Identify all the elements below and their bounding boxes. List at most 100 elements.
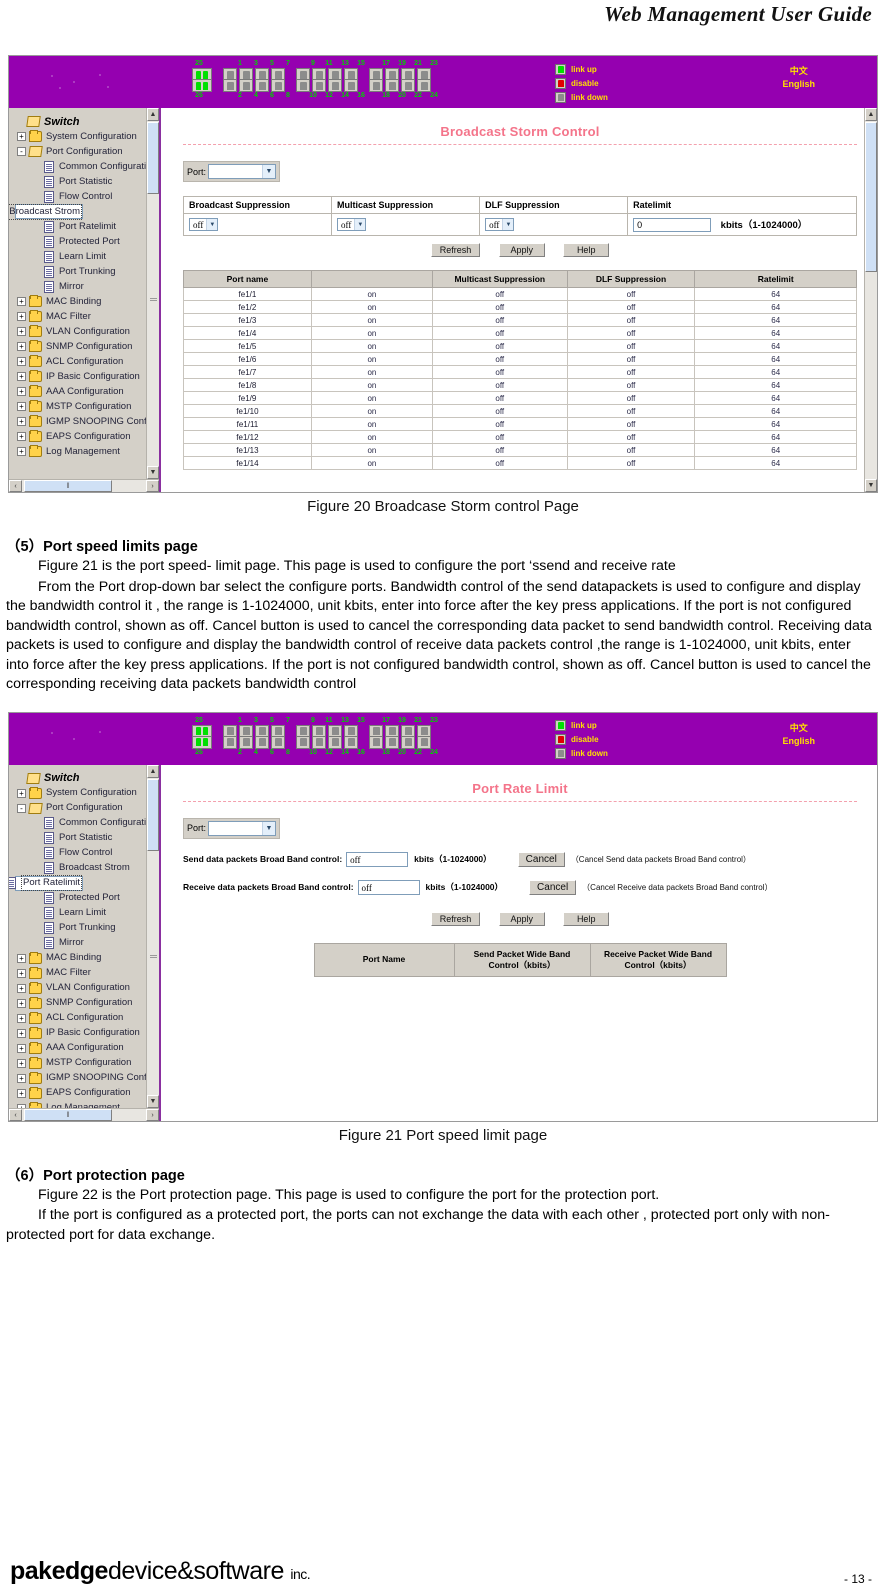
tree-expander[interactable]: + [17, 1103, 26, 1108]
tree-expander[interactable]: - [17, 147, 26, 156]
tree-expander[interactable]: + [17, 788, 26, 798]
scroll-thumb[interactable] [865, 122, 877, 272]
apply-button[interactable]: Apply [498, 911, 545, 926]
tree-expander[interactable]: - [17, 803, 26, 813]
sidebar-item-common-configuration[interactable]: Common Configuration [15, 159, 146, 174]
help-button[interactable]: Help [563, 243, 610, 257]
sidebar-item-system-configuration[interactable]: + System Configuration [15, 786, 146, 801]
scroll-down-arrow[interactable]: ▼ [865, 479, 877, 492]
sidebar-item-log-management[interactable]: + Log Management [15, 1101, 146, 1108]
scroll-left-arrow[interactable]: ‹ [9, 480, 22, 492]
sidebar-item-aaa-configuration[interactable]: + AAA Configuration [15, 1041, 146, 1056]
multicast-suppression-select[interactable]: off ▼ [337, 218, 367, 231]
sidebar-item-mac-binding[interactable]: + MAC Binding [15, 951, 146, 966]
sidebar-item-common-configuration[interactable]: Common Configuration [15, 816, 146, 831]
sidebar-item-log-management[interactable]: + Log Management [15, 444, 146, 459]
sidebar-item-igmp-snooping-config[interactable]: + IGMP SNOOPING Config [15, 414, 146, 429]
refresh-button[interactable]: Refresh [430, 911, 481, 926]
sidebar-item-switch[interactable]: Switch [15, 771, 146, 786]
help-button[interactable]: Help [563, 911, 610, 926]
sidebar-item-mac-filter[interactable]: + MAC Filter [15, 309, 146, 324]
tree-expander[interactable]: + [17, 983, 26, 993]
sidebar-item-aaa-configuration[interactable]: + AAA Configuration [15, 384, 146, 399]
sidebar-item-acl-configuration[interactable]: + ACL Configuration [15, 354, 146, 369]
sidebar-item-protected-port[interactable]: Protected Port [15, 891, 146, 906]
sidebar-item-broadcast-strom[interactable]: Broadcast Strom [15, 861, 146, 876]
sidebar-item-port-trunking[interactable]: Port Trunking [15, 921, 146, 936]
ratelimit-input[interactable]: 0 [633, 218, 712, 232]
sidebar-item-eaps-configuration[interactable]: + EAPS Configuration [15, 429, 146, 444]
apply-button[interactable]: Apply [498, 243, 545, 257]
sidebar-item-switch[interactable]: Switch [15, 114, 146, 129]
language-link-chinese[interactable]: 中文 [782, 722, 815, 735]
refresh-button[interactable]: Refresh [430, 243, 481, 257]
sidebar-item-mirror[interactable]: Mirror [15, 279, 146, 294]
sidebar-item-mstp-configuration[interactable]: + MSTP Configuration [15, 1056, 146, 1071]
tree-expander[interactable]: + [17, 1073, 26, 1083]
sidebar-item-ip-basic-configuration[interactable]: + IP Basic Configuration [15, 1026, 146, 1041]
sidebar-item-port-ratelimit[interactable]: Port Ratelimit [9, 875, 83, 891]
send-bandwidth-input[interactable]: off [346, 851, 409, 867]
sidebar-item-learn-limit[interactable]: Learn Limit [15, 906, 146, 921]
sidebar-vertical-scrollbar[interactable]: ▲ ▼ [146, 108, 159, 479]
sidebar-item-port-configuration[interactable]: - Port Configuration [15, 801, 146, 816]
port-select[interactable]: ▼ [208, 164, 277, 179]
sidebar-horizontal-scrollbar[interactable]: ‹ ‖ › [9, 1107, 159, 1121]
sidebar-item-mac-filter[interactable]: + MAC Filter [15, 966, 146, 981]
receive-cancel-button[interactable]: Cancel [529, 879, 577, 895]
sidebar-item-system-configuration[interactable]: + System Configuration [15, 129, 146, 144]
sidebar-item-mstp-configuration[interactable]: + MSTP Configuration [15, 399, 146, 414]
language-link-chinese[interactable]: 中文 [782, 65, 815, 78]
sidebar-item-eaps-configuration[interactable]: + EAPS Configuration [15, 1086, 146, 1101]
hscroll-thumb[interactable]: ‖ [24, 1108, 112, 1121]
tree-expander[interactable]: + [17, 372, 26, 381]
scroll-down-arrow[interactable]: ▼ [147, 1094, 159, 1108]
tree-expander[interactable]: + [17, 1058, 26, 1068]
tree-expander[interactable]: + [17, 1028, 26, 1038]
scroll-up-arrow[interactable]: ▲ [147, 108, 159, 121]
sidebar-item-flow-control[interactable]: Flow Control [15, 189, 146, 204]
scroll-left-arrow[interactable]: ‹ [9, 1108, 22, 1121]
receive-bandwidth-input[interactable]: off [357, 879, 420, 895]
sidebar-item-flow-control[interactable]: Flow Control [15, 846, 146, 861]
sidebar-item-acl-configuration[interactable]: + ACL Configuration [15, 1011, 146, 1026]
sidebar-item-snmp-configuration[interactable]: + SNMP Configuration [15, 996, 146, 1011]
scroll-thumb[interactable] [147, 778, 159, 851]
tree-expander[interactable]: + [17, 432, 26, 441]
content-vertical-scrollbar[interactable]: ▲ ▼ [864, 108, 877, 492]
tree-expander[interactable]: + [17, 402, 26, 411]
tree-expander[interactable]: + [17, 417, 26, 426]
sidebar-horizontal-scrollbar[interactable]: ‹ ‖ › [9, 479, 159, 492]
tree-expander[interactable]: + [17, 342, 26, 351]
tree-expander[interactable]: + [17, 998, 26, 1008]
tree-expander[interactable]: + [17, 132, 26, 141]
dlf-suppression-select[interactable]: off ▼ [485, 218, 515, 231]
sidebar-item-snmp-configuration[interactable]: + SNMP Configuration [15, 339, 146, 354]
tree-expander[interactable]: + [17, 447, 26, 456]
language-link-english[interactable]: English [782, 735, 815, 748]
tree-expander[interactable]: + [17, 297, 26, 306]
scroll-right-arrow[interactable]: › [146, 1108, 159, 1121]
broadcast-suppression-select[interactable]: off ▼ [189, 218, 219, 231]
sidebar-item-mirror[interactable]: Mirror [15, 936, 146, 951]
sidebar-item-ip-basic-configuration[interactable]: + IP Basic Configuration [15, 369, 146, 384]
tree-expander[interactable]: + [17, 1013, 26, 1023]
hscroll-track[interactable]: ‖ [22, 1108, 146, 1121]
port-select[interactable]: ▼ [208, 820, 277, 836]
sidebar-item-igmp-snooping-config[interactable]: + IGMP SNOOPING Config [15, 1071, 146, 1086]
scroll-up-arrow[interactable]: ▲ [865, 108, 877, 121]
sidebar-item-protected-port[interactable]: Protected Port [15, 234, 146, 249]
scroll-thumb[interactable] [147, 122, 159, 194]
sidebar-item-vlan-configuration[interactable]: + VLAN Configuration [15, 324, 146, 339]
sidebar-vertical-scrollbar[interactable]: ▲ ▼ [146, 764, 159, 1108]
hscroll-thumb[interactable]: ‖ [24, 480, 112, 492]
language-link-english[interactable]: English [782, 78, 815, 91]
sidebar-item-port-configuration[interactable]: - Port Configuration [15, 144, 146, 159]
tree-expander[interactable]: + [17, 357, 26, 366]
sidebar-item-learn-limit[interactable]: Learn Limit [15, 249, 146, 264]
sidebar-item-port-statistic[interactable]: Port Statistic [15, 831, 146, 846]
hscroll-track[interactable]: ‖ [22, 480, 146, 492]
sidebar-item-port-statistic[interactable]: Port Statistic [15, 174, 146, 189]
scroll-down-arrow[interactable]: ▼ [147, 466, 159, 479]
tree-expander[interactable]: + [17, 968, 26, 978]
